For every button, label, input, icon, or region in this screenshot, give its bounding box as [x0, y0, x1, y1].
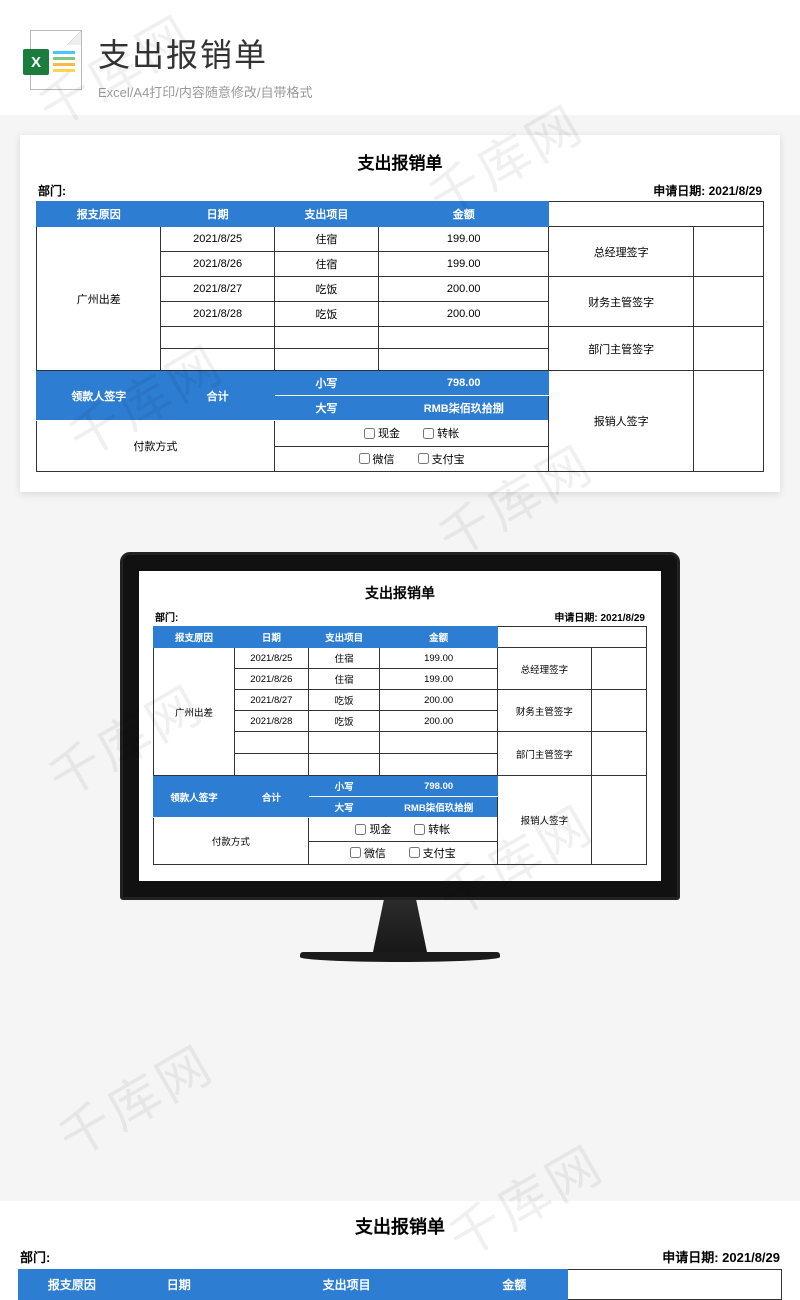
claimer-signature-label: 报销人签字: [549, 371, 694, 472]
finance-signature-label: 财务主管签字: [549, 277, 694, 327]
apply-date: 申请日期: 2021/8/29: [554, 609, 645, 624]
apply-date: 申请日期: 2021/8/29: [662, 1247, 780, 1266]
gm-signature-label: 总经理签字: [549, 227, 694, 277]
pay-wechat[interactable]: 微信: [359, 451, 395, 467]
watermark: 千库网: [43, 1023, 226, 1172]
expense-table: 报支原因 日期 支出项目 金额 广州出差 2021/8/25 住宿 199.00…: [36, 201, 764, 472]
col-item: 支出项目: [274, 202, 378, 227]
expense-table: 报支原因 日期 支出项目 金额 广州出差 2021/8/25住宿199.00 总…: [153, 626, 647, 865]
total-lower-label: 小写: [274, 371, 378, 396]
pay-transfer[interactable]: 转帐: [423, 425, 459, 441]
page-header: X 支出报销单 Excel/A4打印/内容随意修改/自带格式: [0, 0, 800, 115]
dept-signature-field[interactable]: [694, 327, 764, 371]
total-lower-value: 798.00: [379, 371, 549, 396]
col-item: 支出项目: [232, 1270, 461, 1300]
apply-date: 申请日期: 2021/8/29: [653, 182, 762, 199]
table-row: 广州出差 2021/8/25 住宿 199.00 总经理签字: [37, 227, 764, 252]
total-label: 合计: [161, 371, 274, 421]
excel-file-icon: X: [30, 30, 82, 90]
col-reason: 报支原因: [37, 202, 161, 227]
monitor-base: [300, 952, 500, 962]
sheet-title: 支出报销单: [153, 583, 647, 603]
monitor-mockup: 支出报销单 部门: 申请日期: 2021/8/29 报支原因 日期 支出项目 金…: [0, 552, 800, 962]
monitor-stand: [355, 900, 445, 952]
template-preview-card: 支出报销单 部门: 申请日期: 2021/8/29 报支原因 日期 支出项目 金…: [20, 135, 780, 492]
gm-signature-field[interactable]: [694, 227, 764, 277]
page-title: 支出报销单: [98, 30, 313, 76]
total-upper-label: 大写: [274, 396, 378, 421]
col-reason: 报支原因: [19, 1270, 126, 1300]
title-block: 支出报销单 Excel/A4打印/内容随意修改/自带格式: [98, 30, 313, 101]
col-date: 日期: [125, 1270, 232, 1300]
dept-signature-label: 部门主管签字: [549, 327, 694, 371]
total-upper-value: RMB柒佰玖拾捌: [379, 396, 549, 421]
reason-cell: 广州出差: [37, 227, 161, 371]
col-amount: 金额: [379, 202, 549, 227]
claimer-signature-field[interactable]: [694, 371, 764, 472]
expense-table: 报支原因 日期 支出项目 金额: [18, 1269, 782, 1300]
page-subtitle: Excel/A4打印/内容随意修改/自带格式: [98, 82, 313, 101]
payment-label: 付款方式: [37, 421, 275, 472]
sheet-title: 支出报销单: [36, 149, 764, 174]
col-date: 日期: [161, 202, 274, 227]
bottom-preview-strip: 支出报销单 部门: 申请日期: 2021/8/29 报支原因 日期 支出项目 金…: [0, 1201, 800, 1300]
sheet-title: 支出报销单: [18, 1213, 782, 1239]
payment-row-1: 现金 转帐: [274, 421, 549, 447]
excel-x-badge: X: [23, 49, 49, 75]
dept-label: 部门:: [38, 182, 66, 199]
pay-cash[interactable]: 现金: [364, 425, 400, 441]
finance-signature-field[interactable]: [694, 277, 764, 327]
payment-row-2: 微信 支付宝: [274, 446, 549, 472]
dept-label: 部门:: [155, 609, 178, 624]
payee-signature-label: 领款人签字: [37, 371, 161, 421]
col-amount: 金额: [461, 1270, 568, 1300]
pay-alipay[interactable]: 支付宝: [418, 451, 465, 467]
dept-label: 部门:: [20, 1247, 50, 1266]
